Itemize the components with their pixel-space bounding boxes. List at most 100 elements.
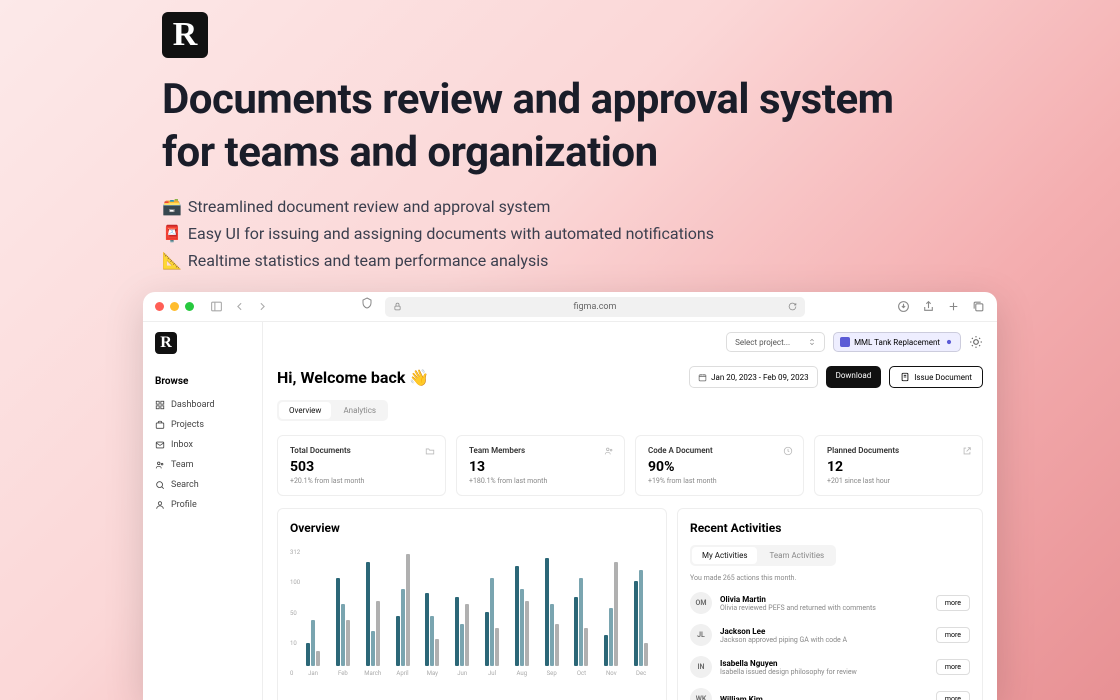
feature-item: 📐Realtime statistics and team performanc… [162, 251, 902, 270]
chart-bar [455, 597, 459, 666]
clock-icon [783, 446, 793, 456]
shield-icon[interactable] [361, 297, 373, 309]
chart-bar [579, 578, 583, 666]
page-heading: Documents review and approval system for… [162, 74, 902, 179]
download-icon[interactable] [897, 300, 910, 313]
chart-bar [490, 578, 494, 666]
chart-bar [485, 612, 489, 666]
stat-total-documents: Total Documents 503 +20.1% from last mon… [277, 435, 446, 496]
chart-bar [555, 624, 559, 666]
chart-bar [425, 593, 429, 666]
activity-item: JL Jackson Lee Jackson approved piping G… [690, 624, 970, 646]
app-logo[interactable]: R [155, 332, 177, 354]
chart-bar [634, 581, 638, 666]
chart-bar [371, 631, 375, 666]
tabs-icon[interactable] [972, 300, 985, 313]
activity-name: William Kim [720, 695, 928, 700]
back-icon[interactable] [233, 300, 246, 313]
avatar: IN [690, 656, 712, 678]
theme-toggle-icon[interactable] [969, 335, 983, 349]
chart-bar [525, 601, 529, 666]
search-icon [155, 480, 165, 490]
sidebar-item-search[interactable]: Search [155, 475, 250, 495]
activity-desc: Olivia reviewed PEFS and returned with c… [720, 604, 928, 612]
tab-team-activities[interactable]: Team Activities [759, 547, 834, 564]
chart-bar [584, 628, 588, 666]
plus-icon[interactable] [947, 300, 960, 313]
avatar: OM [690, 592, 712, 614]
sidebar-item-dashboard[interactable]: Dashboard [155, 395, 250, 415]
overview-chart: 31210050100 JanFebMarchAprilMayJunJulAug… [290, 549, 654, 689]
feature-item: 🗃️Streamlined document review and approv… [162, 197, 902, 216]
chart-bar [515, 566, 519, 666]
month-label: May [427, 670, 438, 677]
month-label: Feb [338, 670, 348, 677]
chart-bar [396, 616, 400, 666]
project-color-icon [840, 337, 850, 347]
chart-bar [545, 558, 549, 666]
browser-chrome: figma.com [143, 292, 997, 322]
date-range-picker[interactable]: Jan 20, 2023 - Feb 09, 2023 [689, 366, 817, 388]
stat-code-a: Code A Document 90% +19% from last month [635, 435, 804, 496]
share-icon[interactable] [922, 300, 935, 313]
activity-item: WK William Kim more [690, 688, 970, 700]
tab-overview[interactable]: Overview [279, 402, 331, 419]
more-button[interactable]: more [936, 691, 970, 700]
project-badge[interactable]: MML Tank Replacement [833, 332, 961, 352]
month-label: Oct [577, 670, 586, 677]
main-tabs: Overview Analytics [277, 400, 388, 421]
month-label: April [396, 670, 408, 677]
folder-icon [425, 446, 435, 456]
calendar-icon [698, 373, 707, 382]
tab-my-activities[interactable]: My Activities [692, 547, 757, 564]
month-label: Aug [517, 670, 528, 677]
sidebar-item-inbox[interactable]: Inbox [155, 435, 250, 455]
chart-bar [520, 589, 524, 666]
chart-bar [639, 570, 643, 666]
activities-summary: You made 265 actions this month. [690, 574, 970, 582]
avatar: WK [690, 688, 712, 700]
chart-bar [336, 578, 340, 666]
traffic-max-icon[interactable] [185, 302, 194, 311]
more-button[interactable]: more [936, 627, 970, 643]
project-selector[interactable]: Select project... [726, 332, 825, 352]
month-label: March [364, 670, 381, 677]
sidebar-item-profile[interactable]: Profile [155, 495, 250, 515]
traffic-min-icon[interactable] [170, 302, 179, 311]
dashboard-icon [155, 400, 165, 410]
chart-bar [609, 608, 613, 666]
sidebar-item-projects[interactable]: Projects [155, 415, 250, 435]
welcome-text: Hi, Welcome back 👋 [277, 368, 429, 387]
activity-desc: Isabella issued design philosophy for re… [720, 668, 928, 676]
inbox-icon [155, 440, 165, 450]
chart-bar [376, 601, 380, 666]
forward-icon[interactable] [256, 300, 269, 313]
logo: R [162, 12, 208, 58]
sidebar-item-team[interactable]: Team [155, 455, 250, 475]
sidebar-toggle-icon[interactable] [210, 300, 223, 313]
feature-item: 📮Easy UI for issuing and assigning docum… [162, 224, 902, 243]
more-button[interactable]: more [936, 595, 970, 611]
chart-bar [406, 554, 410, 666]
chart-bar [366, 562, 370, 666]
chart-bar [644, 643, 648, 666]
activity-name: Jackson Lee [720, 627, 928, 636]
traffic-close-icon[interactable] [155, 302, 164, 311]
chart-bar [401, 589, 405, 666]
sidebar-header: Browse [155, 376, 250, 387]
more-button[interactable]: more [936, 659, 970, 675]
stat-team-members: Team Members 13 +180.1% from last month [456, 435, 625, 496]
chart-bar [430, 616, 434, 666]
activity-item: OM Olivia Martin Olivia reviewed PEFS an… [690, 592, 970, 614]
team-icon [155, 460, 165, 470]
refresh-icon[interactable] [788, 302, 797, 311]
chart-bar [614, 562, 618, 666]
issue-document-button[interactable]: Issue Document [889, 366, 983, 388]
chart-bar [495, 628, 499, 666]
tab-analytics[interactable]: Analytics [333, 402, 386, 419]
address-bar[interactable]: figma.com [385, 297, 805, 317]
download-button[interactable]: Download [826, 366, 882, 388]
recent-title: Recent Activities [690, 521, 970, 535]
month-label: Jun [457, 670, 467, 677]
chart-bar [435, 639, 439, 666]
